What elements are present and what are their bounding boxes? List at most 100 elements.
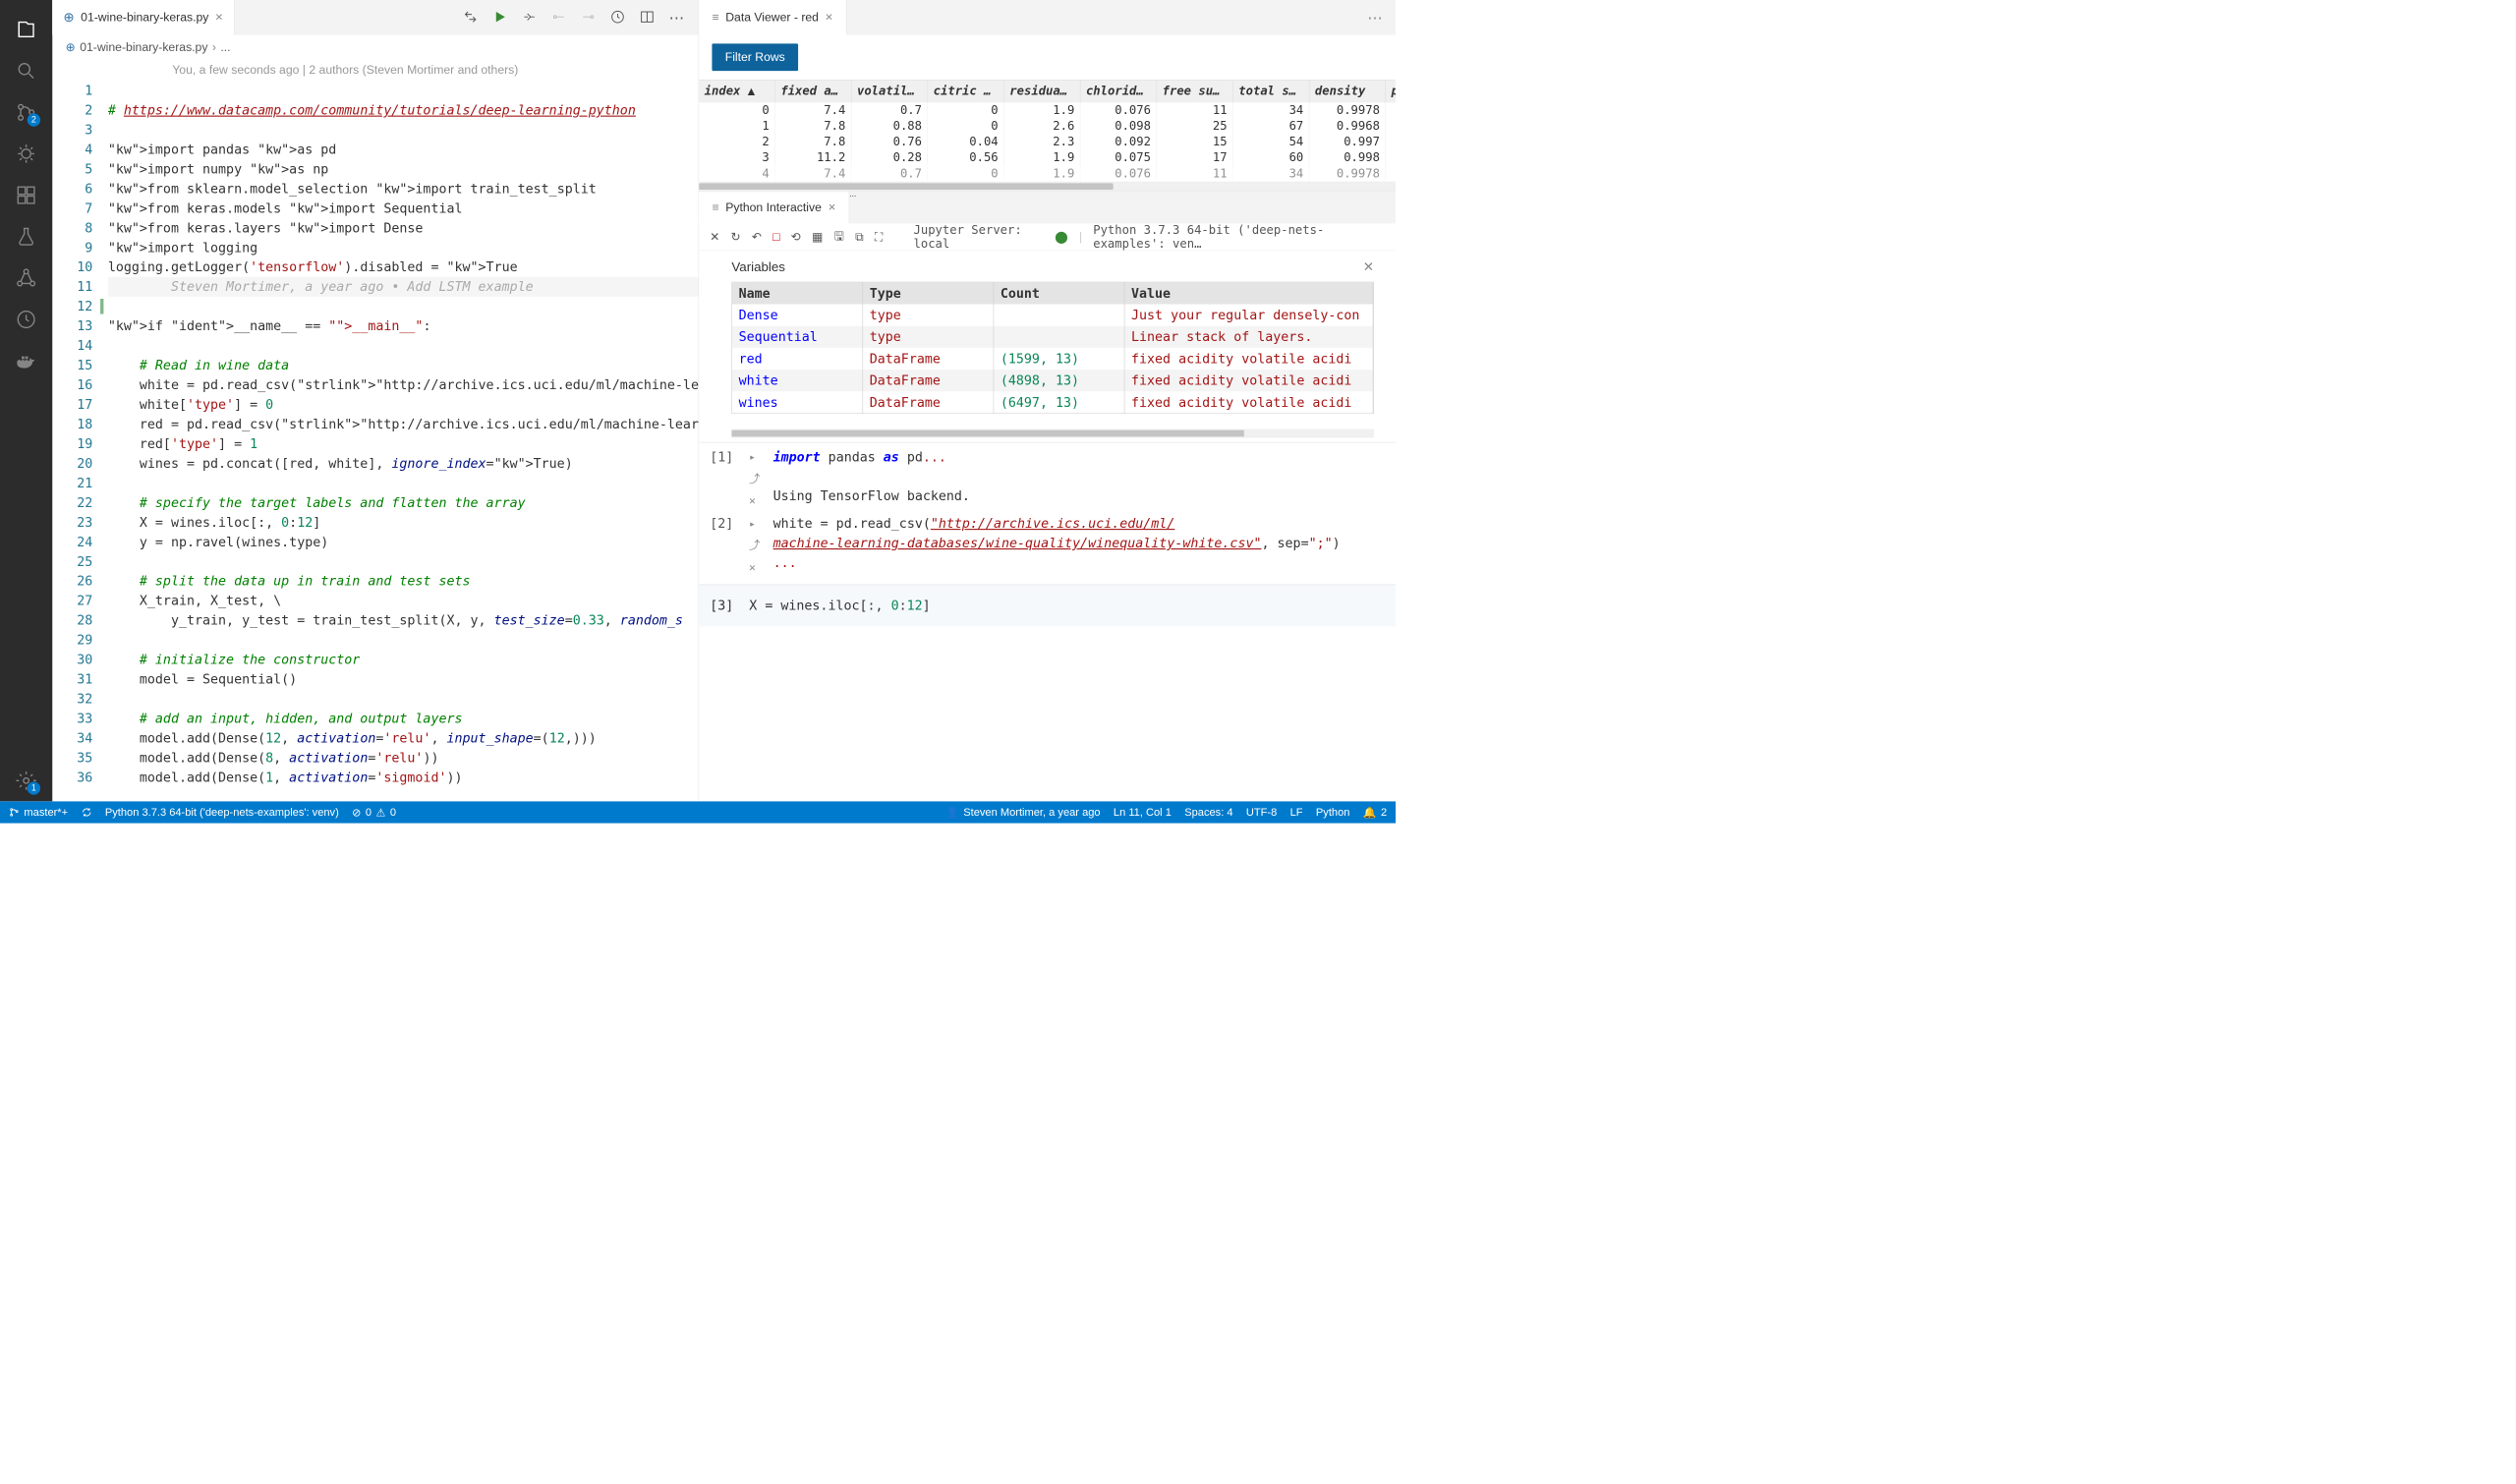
cell[interactable]: [1]▸⤴✕import pandas as pd...Using Tensor…	[710, 447, 1385, 510]
docker-icon[interactable]	[13, 348, 39, 374]
sync-status[interactable]	[81, 807, 91, 818]
extensions-icon[interactable]	[13, 182, 39, 208]
variable-row[interactable]: SequentialtypeLinear stack of layers.	[732, 326, 1373, 348]
horizontal-scrollbar[interactable]	[699, 182, 1396, 192]
column-header[interactable]: total s…	[1233, 81, 1310, 103]
spaces-status[interactable]: Spaces: 4	[1184, 806, 1232, 819]
code-line[interactable]: "kw">if "ident">__name__ == "">__main__"…	[108, 316, 699, 336]
timeline-icon[interactable]	[610, 9, 626, 26]
code-line[interactable]: # https://www.datacamp.com/community/tut…	[108, 100, 699, 120]
column-header[interactable]: Name	[732, 282, 863, 304]
close-icon[interactable]: ×	[215, 10, 223, 26]
python-env-label[interactable]: Python 3.7.3 64-bit ('deep-nets-examples…	[1093, 223, 1385, 251]
input-cell[interactable]: [3] X = wines.iloc[:, 0:12]	[699, 585, 1396, 627]
search-icon[interactable]	[13, 58, 39, 85]
rerun-icon[interactable]: ↻	[731, 230, 741, 244]
variable-row[interactable]: winesDataFrame(6497, 13)fixed acidity vo…	[732, 391, 1373, 413]
code-line[interactable]	[108, 551, 699, 571]
editor-tab[interactable]: ⊕ 01-wine-binary-keras.py ×	[52, 0, 234, 35]
lang-status[interactable]: Python	[1316, 806, 1350, 819]
close-icon[interactable]: ×	[829, 200, 836, 216]
step-forward-icon[interactable]	[581, 9, 597, 26]
code-line[interactable]: logging.getLogger('tensorflow').disabled…	[108, 257, 699, 277]
cursor-status[interactable]: Ln 11, Col 1	[1114, 806, 1172, 819]
breadcrumb[interactable]: ⊕ 01-wine-binary-keras.py › ...	[52, 35, 698, 61]
goto-icon[interactable]: ⤴	[749, 469, 769, 488]
more-icon[interactable]: ⋯	[1367, 9, 1383, 27]
close-icon[interactable]: ✕	[710, 230, 719, 244]
python-status[interactable]: Python 3.7.3 64-bit ('deep-nets-examples…	[105, 806, 339, 819]
data-grid-body[interactable]: 07.40.701.90.07611340.997817.80.8802.60.…	[699, 102, 1396, 181]
table-row[interactable]: 311.20.280.561.90.07517600.998	[699, 150, 1396, 166]
column-header[interactable]: free su…	[1157, 81, 1233, 103]
pyint-tab[interactable]: ≡ Python Interactive ×	[699, 192, 849, 223]
git-blame-status[interactable]: 👤Steven Mortimer, a year ago	[945, 806, 1101, 820]
code-line[interactable]: # add an input, hidden, and output layer…	[108, 709, 699, 728]
table-row[interactable]: 47.40.701.90.07611340.9978	[699, 166, 1396, 182]
code-line[interactable]: # specify the target labels and flatten …	[108, 492, 699, 512]
code-editor[interactable]: 1234567891011121314151617181920212223242…	[52, 80, 698, 801]
code-lines[interactable]: # https://www.datacamp.com/community/tut…	[108, 80, 699, 801]
table-row[interactable]: 27.80.760.042.30.09215540.997	[699, 134, 1396, 149]
variable-row[interactable]: whiteDataFrame(4898, 13)fixed acidity vo…	[732, 370, 1373, 391]
code-line[interactable]	[108, 630, 699, 650]
code-line[interactable]: "kw">import pandas "kw">as pd	[108, 140, 699, 159]
code-line[interactable]: red = pd.read_csv("strlink">"http://arch…	[108, 415, 699, 434]
variables-body[interactable]: DensetypeJust your regular densely-conSe…	[732, 305, 1373, 414]
data-viewer-tab[interactable]: ≡ Data Viewer - red ×	[699, 0, 846, 35]
split-editor-icon[interactable]	[640, 9, 656, 26]
code-line[interactable]: white = pd.read_csv("strlink">"http://ar…	[108, 375, 699, 395]
code-line[interactable]	[108, 81, 699, 100]
code-line[interactable]: model = Sequential()	[108, 669, 699, 689]
variable-row[interactable]: redDataFrame(1599, 13)fixed acidity vola…	[732, 348, 1373, 370]
code-line[interactable]: y_train, y_test = train_test_split(X, y,…	[108, 610, 699, 630]
code-line[interactable]	[108, 473, 699, 492]
notifications-status[interactable]: 🔔2	[1363, 806, 1387, 820]
code-line[interactable]: "kw">from keras.layers "kw">import Dense	[108, 218, 699, 238]
run-cell-icon[interactable]	[522, 9, 538, 26]
table-row[interactable]: 07.40.701.90.07611340.9978	[699, 102, 1396, 118]
settings-gear-icon[interactable]: 1	[13, 768, 39, 794]
variable-row[interactable]: DensetypeJust your regular densely-con	[732, 305, 1373, 326]
column-header[interactable]: fixed a…	[775, 81, 852, 103]
problems-status[interactable]: ⊘0 ⚠0	[352, 806, 396, 820]
more-icon[interactable]: ⋯	[849, 192, 856, 200]
column-header[interactable]: density	[1309, 81, 1386, 103]
run-icon[interactable]	[492, 9, 508, 26]
code-line[interactable]: "kw">from sklearn.model_selection "kw">i…	[108, 179, 699, 199]
column-header[interactable]: volatil…	[851, 81, 928, 103]
cells-area[interactable]: [1]▸⤴✕import pandas as pd...Using Tensor…	[699, 442, 1396, 585]
explorer-icon[interactable]	[13, 17, 39, 43]
variables-icon[interactable]: ▦	[812, 230, 824, 244]
column-header[interactable]: citric …	[928, 81, 1004, 103]
close-icon[interactable]: ×	[826, 10, 833, 26]
column-header[interactable]: Value	[1124, 282, 1373, 304]
compare-icon[interactable]	[463, 9, 479, 26]
code-line[interactable]: "kw">from keras.models "kw">import Seque…	[108, 199, 699, 218]
delete-icon[interactable]: ✕	[749, 557, 769, 577]
column-header[interactable]: residua…	[1004, 81, 1081, 103]
encoding-status[interactable]: UTF-8	[1246, 806, 1277, 819]
cell[interactable]: [2]▸⤴✕white = pd.read_csv("http://archiv…	[710, 514, 1385, 577]
code-line[interactable]: # initialize the constructor	[108, 650, 699, 669]
column-header[interactable]: Type	[863, 282, 994, 304]
source-control-icon[interactable]: 2	[13, 99, 39, 126]
jupyter-server-label[interactable]: Jupyter Server: local	[914, 223, 1045, 251]
code-line[interactable]: # split the data up in train and test se…	[108, 571, 699, 591]
column-header[interactable]: p	[1386, 81, 1396, 103]
close-icon[interactable]: ✕	[1363, 259, 1374, 275]
collapse-icon[interactable]: ▸	[749, 514, 769, 534]
goto-icon[interactable]: ⤴	[749, 536, 769, 555]
code-line[interactable]: model.add(Dense(12, activation='relu', i…	[108, 728, 699, 748]
undo-icon[interactable]: ↶	[752, 230, 762, 244]
code-line[interactable]: white['type'] = 0	[108, 395, 699, 415]
eol-status[interactable]: LF	[1290, 806, 1303, 819]
more-icon[interactable]: ⋯	[669, 9, 685, 27]
step-back-icon[interactable]	[551, 9, 567, 26]
restart-icon[interactable]: ⟲	[791, 230, 801, 244]
save-icon[interactable]: 🖫	[834, 226, 844, 247]
code-line[interactable]: "kw">import logging	[108, 238, 699, 257]
graph-icon[interactable]	[13, 265, 39, 292]
code-line[interactable]: X = wines.iloc[:, 0:12]	[108, 512, 699, 532]
beaker-icon[interactable]	[13, 223, 39, 250]
